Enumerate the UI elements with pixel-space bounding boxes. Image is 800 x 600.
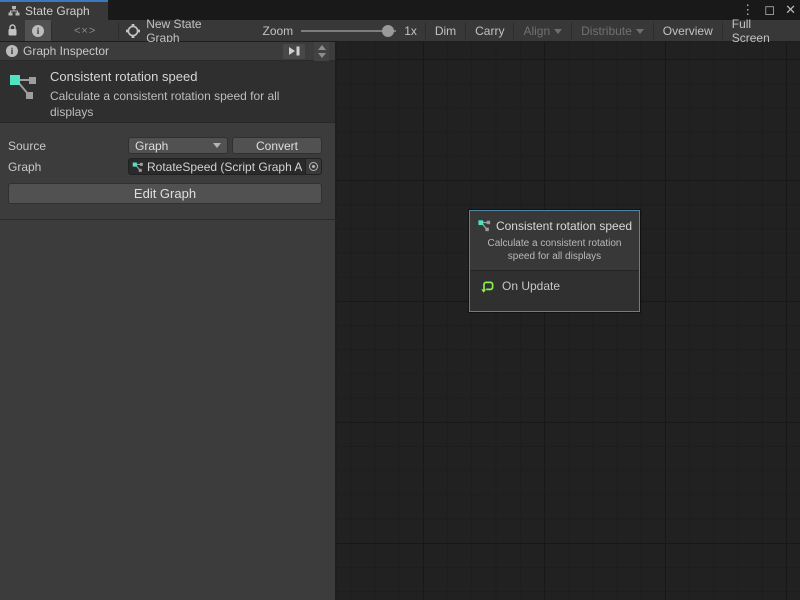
zoom-label: Zoom <box>263 24 294 38</box>
align-dropdown: Align <box>514 20 571 41</box>
tab-state-graph[interactable]: State Graph <box>0 0 108 20</box>
full-screen-button[interactable]: Full Screen <box>723 20 800 41</box>
stepper-down-icon[interactable] <box>318 53 326 58</box>
overview-button[interactable]: Overview <box>654 20 722 41</box>
node-event-label: On Update <box>502 279 560 293</box>
chevron-down-icon <box>213 143 221 148</box>
inspector-header: i Graph Inspector <box>0 42 335 61</box>
stepper-up-icon[interactable] <box>318 45 326 50</box>
graph-description: Calculate a consistent rotation speed fo… <box>50 88 322 120</box>
carry-button[interactable]: Carry <box>466 20 513 41</box>
node-event-row[interactable]: On Update <box>470 270 639 311</box>
toolbar: i <×> New State Graph Zoom 1x Dim <box>0 20 800 42</box>
zoom-slider[interactable] <box>301 25 396 37</box>
object-picker-icon[interactable] <box>305 159 321 174</box>
code-icon: <×> <box>74 25 96 37</box>
inspector-title: Graph Inspector <box>23 44 278 58</box>
state-node-consistent-rotation[interactable]: Consistent rotation speed Calculate a co… <box>469 210 640 312</box>
lock-icon[interactable] <box>0 20 25 41</box>
inspector-toggle-button[interactable]: i <box>25 20 51 41</box>
graph-row: Graph RotateSpeed (Script Graph A <box>0 157 335 178</box>
info-icon: i <box>6 45 18 57</box>
chevron-down-icon <box>636 29 644 34</box>
dim-button[interactable]: Dim <box>426 20 465 41</box>
graph-icon <box>8 71 40 103</box>
graph-icon <box>132 161 144 173</box>
zoom-value: 1x <box>404 24 417 38</box>
convert-button[interactable]: Convert <box>232 137 322 154</box>
panel-stepper[interactable] <box>314 42 329 61</box>
graph-title: Consistent rotation speed <box>50 69 322 84</box>
graph-object-value: RotateSpeed (Script Graph A <box>147 160 302 174</box>
graph-inspector-panel: i Graph Inspector Consistent rotation sp… <box>0 42 337 600</box>
dock-panel-button[interactable] <box>283 44 305 59</box>
zoom-control: Zoom 1x <box>255 20 425 41</box>
edit-graph-button[interactable]: Edit Graph <box>8 183 322 204</box>
new-state-graph-button[interactable]: New State Graph <box>119 20 242 41</box>
divider <box>0 219 337 220</box>
node-description: Calculate a consistent rotation speed fo… <box>476 237 633 263</box>
source-label: Source <box>8 139 46 153</box>
graph-object-field[interactable]: RotateSpeed (Script Graph A <box>128 158 322 175</box>
graph-field-label: Graph <box>8 160 41 174</box>
node-title: Consistent rotation speed <box>496 219 632 233</box>
window-tab-bar: State Graph ⋮ ◻ ✕ <box>0 0 800 20</box>
node-header: Consistent rotation speed Calculate a co… <box>470 211 639 270</box>
tab-label: State Graph <box>25 4 90 18</box>
info-icon: i <box>32 25 44 37</box>
source-value: Graph <box>135 139 168 153</box>
graph-icon <box>477 219 492 232</box>
code-preview-toggle[interactable]: <×> <box>52 20 118 41</box>
state-graph-icon <box>8 5 20 17</box>
on-update-icon <box>479 278 495 294</box>
source-row: Source Graph Convert <box>0 136 335 157</box>
source-dropdown[interactable]: Graph <box>128 137 228 154</box>
distribute-dropdown: Distribute <box>572 20 653 41</box>
new-state-graph-label: New State Graph <box>146 17 235 45</box>
graph-canvas[interactable]: Consistent rotation speed Calculate a co… <box>337 42 800 600</box>
new-graph-icon <box>126 24 140 38</box>
chevron-down-icon <box>554 29 562 34</box>
zoom-slider-handle[interactable] <box>382 25 394 37</box>
graph-summary-box: Consistent rotation speed Calculate a co… <box>0 61 335 123</box>
